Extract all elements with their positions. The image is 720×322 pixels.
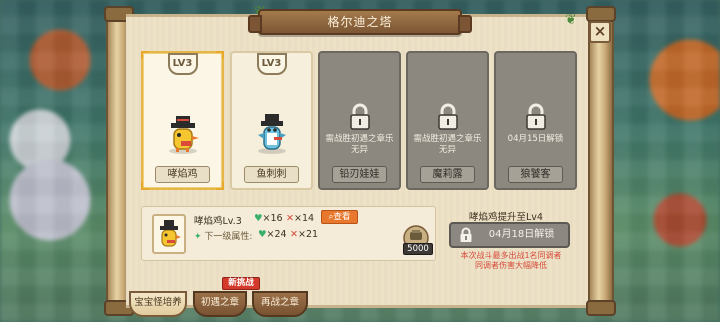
new-challenge-badge: 新挑战 [222, 277, 260, 290]
close-button[interactable]: × [589, 21, 611, 43]
next-attack-stat: ✕×21 [290, 229, 319, 240]
heart-icon: ♥ [254, 213, 263, 224]
level-badge: LV3 [256, 53, 287, 75]
character-card-5[interactable]: 04月15日解锁 狼饕客 [494, 51, 577, 190]
unlock-condition: 需战胜初遇之章乐无异 [413, 134, 482, 155]
fish-sprite-icon [257, 114, 286, 154]
selection-corner [141, 51, 149, 59]
cost-badge: 5000 [403, 243, 433, 255]
warning-text: 同调者伤害大幅降低 [475, 261, 547, 270]
unlock-button[interactable]: 04月18日解锁 [449, 222, 570, 248]
tab-first-encounter[interactable]: 初遇之章 [193, 291, 247, 317]
unlock-button-label: 04月18日解锁 [488, 229, 555, 240]
hp-stat: ♥×16 [254, 213, 283, 224]
next-level-stats-label: ✦ 下一级属性: [194, 232, 253, 242]
lock-icon [437, 103, 458, 130]
page-title: 格尔迪之塔 [248, 9, 472, 35]
scroll-rod-right [586, 6, 616, 316]
tab-pet-training[interactable]: 宝宝怪培养 [129, 291, 187, 317]
leaf-decoration-icon: ❦ [565, 12, 577, 28]
unlock-condition: 需战胜初遇之章乐无异 [325, 134, 394, 155]
tab-rechallenge[interactable]: 再战之章 [252, 291, 308, 317]
chicken-sprite-icon [168, 116, 199, 154]
selection-corner [141, 182, 149, 190]
heart-icon: ♥ [258, 229, 267, 240]
character-card-2[interactable]: LV3 鱼刺刺 [230, 51, 313, 190]
sword-icon: ✕ [286, 213, 294, 224]
avatar [152, 214, 186, 254]
next-hp-stat: ♥×24 [258, 229, 287, 240]
selection-corner [216, 51, 224, 59]
character-name: 铅刃娃娃 [332, 166, 387, 183]
lock-icon [349, 103, 370, 130]
sword-icon: ✕ [290, 229, 298, 240]
selection-corner [216, 182, 224, 190]
character-name: 魔莉露 [420, 166, 475, 183]
sparkle-icon: ✦ [194, 232, 202, 242]
warning-text: 本次战斗最多出战1名同调者 [460, 251, 562, 260]
character-name: 狼饕客 [508, 166, 563, 183]
unlock-condition: 04月15日解锁 [507, 134, 564, 144]
level-badge: LV3 [167, 53, 198, 75]
lock-icon [525, 103, 546, 130]
close-icon: × [593, 22, 607, 40]
character-info-box: 哮焰鸡Lv.3 ♥×16 ✕×14 ⌕查看 ✦ 下一级属性: ♥×24 ✕×21 [141, 206, 436, 261]
attack-stat: ✕×14 [286, 213, 315, 224]
character-card-3[interactable]: 需战胜初遇之章乐无异 铅刃娃娃 [318, 51, 401, 190]
character-card-4[interactable]: 需战胜初遇之章乐无异 魔莉露 [406, 51, 489, 190]
character-name: 哮焰鸡 [155, 166, 210, 183]
character-card-1[interactable]: LV3 哮焰鸡 [141, 51, 224, 190]
lock-icon [460, 227, 472, 242]
view-button[interactable]: ⌕查看 [321, 210, 358, 224]
upgrade-title: 哮焰鸡提升至Lv4 [469, 212, 543, 223]
character-name: 鱼刺刺 [244, 166, 299, 183]
character-level-name: 哮焰鸡Lv.3 [194, 216, 242, 227]
chicken-avatar-icon [160, 220, 181, 247]
